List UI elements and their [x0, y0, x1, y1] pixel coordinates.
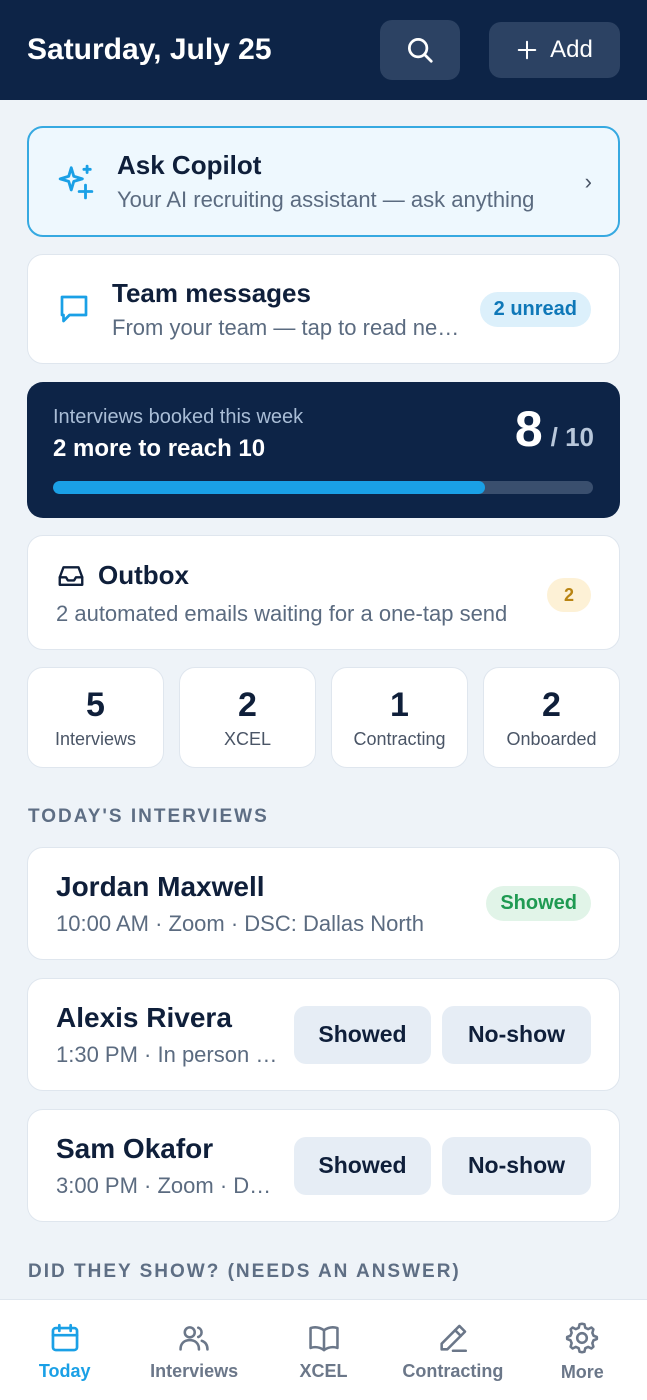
outbox-count-badge: 2: [547, 578, 591, 612]
stats-row: 5 Interviews 2 XCEL 1 Contracting 2 Onbo…: [27, 667, 620, 768]
interview-row[interactable]: Alexis Rivera 1:30 PM · In person · DSC:…: [27, 978, 620, 1091]
messages-subtitle: From your team — tap to read new message…: [112, 314, 466, 340]
app-root: Saturday, July 25 Add Ask Copilot Your A…: [0, 0, 647, 1400]
messages-title: Team messages: [112, 277, 311, 308]
progress-label: Interviews booked this week: [53, 406, 304, 428]
tab-interviews[interactable]: Interviews: [129, 1300, 258, 1400]
stat-label: Contracting: [353, 728, 446, 749]
ask-copilot-card[interactable]: Ask Copilot Your AI recruiting assistant…: [27, 126, 620, 237]
inbox-tray-icon: [58, 565, 84, 586]
bottom-tab-bar: Today Interviews XCEL Contracting More: [0, 1299, 647, 1400]
weekly-progress-card: Interviews booked this week 2 more to re…: [27, 382, 620, 518]
section-label-today: TODAY'S INTERVIEWS: [28, 806, 269, 827]
outbox-card[interactable]: Outbox 2 automated emails waiting for a …: [27, 535, 620, 650]
search-button[interactable]: [380, 20, 460, 80]
tab-xcel[interactable]: XCEL: [259, 1300, 388, 1400]
book-open-icon: [308, 1325, 339, 1351]
chat-bubble-icon: [60, 295, 88, 323]
tab-contracting[interactable]: Contracting: [388, 1300, 517, 1400]
interview-name: Alexis Rivera: [56, 1001, 232, 1033]
interview-meta: 3:00 PM · Zoom · DSC: Dallas North: [56, 1172, 283, 1198]
no-show-button[interactable]: No-show: [442, 1136, 591, 1195]
stat-contracting[interactable]: 1 Contracting: [331, 667, 468, 768]
tab-more[interactable]: More: [518, 1300, 647, 1400]
progress-current: 8: [514, 401, 543, 457]
copilot-title: Ask Copilot: [117, 150, 262, 180]
stat-label: Interviews: [54, 728, 137, 749]
team-messages-card[interactable]: Team messages From your team — tap to re…: [27, 254, 620, 364]
header-bar: Saturday, July 25 Add: [0, 0, 647, 100]
chevron-right-icon: ›: [584, 168, 592, 194]
progress-bar: [53, 481, 593, 494]
unread-badge: 2 unread: [479, 291, 591, 327]
tab-label: XCEL: [299, 1360, 348, 1381]
no-show-button[interactable]: No-show: [442, 1005, 591, 1064]
users-icon: [179, 1325, 209, 1351]
stat-label: Onboarded: [506, 728, 597, 749]
outbox-title: Outbox: [98, 560, 189, 590]
section-label-did-show: DID THEY SHOW? (NEEDS AN ANSWER): [28, 1261, 461, 1282]
stat-onboarded[interactable]: 2 Onboarded: [483, 667, 620, 768]
outbox-subtitle: 2 automated emails waiting for a one-tap…: [56, 601, 508, 626]
tab-today[interactable]: Today: [0, 1300, 129, 1400]
stat-value: 2: [542, 685, 561, 724]
pencil-icon: [440, 1324, 467, 1352]
stat-label: XCEL: [223, 728, 272, 749]
stat-xcel[interactable]: 2 XCEL: [179, 667, 316, 768]
plus-icon: [517, 40, 537, 60]
status-badge: Showed: [486, 886, 591, 921]
stat-interviews[interactable]: 5 Interviews: [27, 667, 164, 768]
stat-value: 2: [238, 685, 257, 724]
stat-value: 5: [86, 685, 105, 724]
gear-icon: [566, 1321, 599, 1354]
progress-bar-fill: [53, 481, 485, 494]
showed-button[interactable]: Showed: [294, 1136, 431, 1195]
interview-name: Sam Okafor: [56, 1132, 214, 1164]
stat-value: 1: [390, 685, 409, 724]
progress-goal: / 10: [550, 422, 594, 452]
interview-meta: 1:30 PM · In person · DSC: Dallas North: [56, 1041, 283, 1067]
progress-subtitle: 2 more to reach 10: [53, 435, 266, 462]
interview-meta: 10:00 AM · Zoom · DSC: Dallas North: [56, 910, 425, 936]
interview-name: Jordan Maxwell: [56, 870, 265, 902]
copilot-subtitle: Your AI recruiting assistant — ask anyth…: [117, 187, 535, 212]
tab-label: Interviews: [150, 1360, 239, 1381]
calendar-icon: [51, 1323, 79, 1351]
interview-row[interactable]: Jordan Maxwell 10:00 AM · Zoom · DSC: Da…: [27, 847, 620, 960]
add-button[interactable]: Add: [489, 22, 620, 78]
tab-label: Contracting: [402, 1360, 504, 1381]
tab-label: Today: [38, 1360, 91, 1381]
tab-label: More: [560, 1361, 604, 1382]
add-button-label: Add: [550, 36, 593, 63]
page-title: Saturday, July 25: [27, 33, 272, 66]
showed-button[interactable]: Showed: [294, 1005, 431, 1064]
search-icon: [408, 38, 433, 63]
sparkles-icon: [58, 164, 94, 199]
interview-row[interactable]: Sam Okafor 3:00 PM · Zoom · DSC: Dallas …: [27, 1109, 620, 1222]
